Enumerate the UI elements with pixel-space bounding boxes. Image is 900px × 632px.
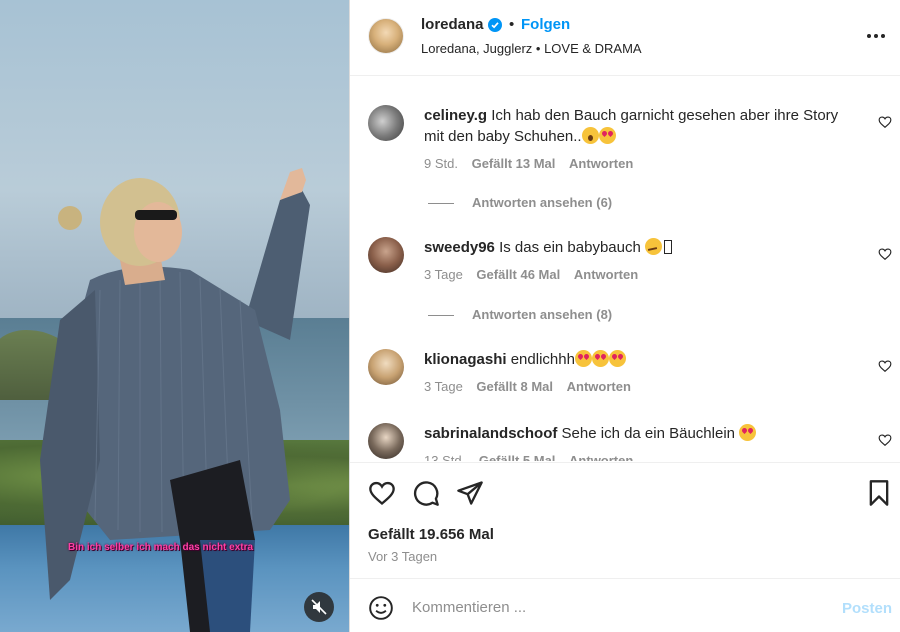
- comment-reply-button[interactable]: Antworten: [569, 156, 633, 171]
- post-actions: Gefällt 19.656 Mal Vor 3 Tagen: [350, 462, 900, 578]
- post-comment-button[interactable]: Posten: [842, 600, 892, 617]
- comment-likes[interactable]: Gefällt 5 Mal: [479, 453, 556, 461]
- comment-reply-button[interactable]: Antworten: [567, 379, 631, 394]
- missing-glyph-icon: [664, 240, 673, 254]
- comment-reply-button[interactable]: Antworten: [574, 267, 638, 282]
- post-time[interactable]: Vor 3 Tagen: [368, 549, 437, 564]
- heart-icon[interactable]: [368, 479, 396, 507]
- comment-username[interactable]: celiney.g: [424, 107, 487, 124]
- comment-text: Sehe ich da ein Bäuchlein: [561, 425, 735, 442]
- comment-avatar[interactable]: [368, 237, 404, 273]
- heart-eyes-face-icon: [598, 127, 616, 144]
- more-options-icon[interactable]: [865, 26, 887, 46]
- heart-outline-icon: [878, 360, 892, 373]
- comment-text: Ich hab den Bauch garnicht gesehen aber …: [424, 107, 839, 145]
- thinking-face-icon: [645, 238, 663, 255]
- post-header: loredana • Folgen Loredana, Jugglerz • L…: [350, 0, 900, 76]
- post-subtitle[interactable]: Loredana, Jugglerz • LOVE & DRAMA: [421, 41, 642, 56]
- header-separator: •: [509, 16, 515, 33]
- comment-body: sweedy96 Is das ein babybauch: [424, 237, 854, 258]
- heart-outline-icon: [878, 434, 892, 447]
- heart-outline-icon: [878, 116, 892, 129]
- comment-username[interactable]: klionagashi: [424, 351, 507, 368]
- comment-meta: 9 Std. Gefällt 13 Mal Antworten: [424, 156, 643, 171]
- comment-avatar[interactable]: [368, 349, 404, 385]
- comment-meta: 13 Std. Gefällt 5 Mal Antworten: [424, 453, 643, 461]
- comment-like-button[interactable]: [878, 247, 892, 261]
- heart-eyes-face-icon: [608, 350, 626, 367]
- comment-likes[interactable]: Gefällt 8 Mal: [476, 379, 553, 394]
- astonished-face-icon: [581, 127, 599, 144]
- comment-text: endlichhh: [510, 351, 575, 368]
- heart-outline-icon: [878, 248, 892, 261]
- mute-button[interactable]: [304, 592, 334, 622]
- post-panel: loredana • Folgen Loredana, Jugglerz • L…: [349, 0, 900, 632]
- comment-body: celiney.g Ich hab den Bauch garnicht ges…: [424, 105, 854, 147]
- view-replies-button[interactable]: Antworten ansehen (8): [428, 307, 612, 322]
- speaker-muted-icon: [311, 599, 327, 615]
- view-replies-label: Antworten ansehen (6): [472, 195, 613, 210]
- comment-avatar[interactable]: [368, 423, 404, 459]
- comment-composer: Posten: [350, 578, 900, 632]
- comment-input[interactable]: [412, 593, 812, 621]
- share-icon[interactable]: [456, 479, 484, 507]
- author-username[interactable]: loredana: [421, 16, 484, 33]
- replies-divider: [428, 203, 454, 205]
- comment-time[interactable]: 3 Tage: [424, 379, 463, 394]
- heart-eyes-face-icon: [739, 424, 757, 441]
- comment-likes[interactable]: Gefällt 13 Mal: [472, 156, 556, 171]
- video-player[interactable]: Bin ich selber ich mach das nicht extra: [0, 0, 349, 632]
- follow-button[interactable]: Folgen: [521, 16, 570, 33]
- comment-time[interactable]: 13 Std.: [424, 453, 465, 461]
- comment-time[interactable]: 3 Tage: [424, 267, 463, 282]
- heart-eyes-face-icon: [591, 350, 609, 367]
- comment-likes[interactable]: Gefällt 46 Mal: [476, 267, 560, 282]
- comment-username[interactable]: sweedy96: [424, 239, 495, 256]
- view-replies-label: Antworten ansehen (8): [472, 307, 613, 322]
- comment-username[interactable]: sabrinalandschoof: [424, 425, 557, 442]
- comment-like-button[interactable]: [878, 433, 892, 447]
- view-replies-button[interactable]: Antworten ansehen (6): [428, 195, 612, 210]
- replies-divider: [428, 315, 454, 317]
- verified-badge-icon: [488, 18, 502, 32]
- comment-body: sabrinalandschoof Sehe ich da ein Bäuchl…: [424, 423, 854, 444]
- video-caption: Bin ich selber ich mach das nicht extra: [68, 542, 254, 553]
- comment-like-button[interactable]: [878, 359, 892, 373]
- comment-time[interactable]: 9 Std.: [424, 156, 458, 171]
- comment-meta: 3 Tage Gefällt 8 Mal Antworten: [424, 379, 641, 394]
- comment-meta: 3 Tage Gefällt 46 Mal Antworten: [424, 267, 648, 282]
- comments-list[interactable]: celiney.g Ich hab den Bauch garnicht ges…: [350, 77, 900, 461]
- bookmark-icon[interactable]: [865, 479, 893, 507]
- comment-avatar[interactable]: [368, 105, 404, 141]
- comment-reply-button[interactable]: Antworten: [569, 453, 633, 461]
- heart-eyes-face-icon: [574, 350, 592, 367]
- comment-text: Is das ein babybauch: [499, 239, 641, 256]
- comment-like-button[interactable]: [878, 115, 892, 129]
- comment-icon[interactable]: [412, 479, 440, 507]
- likes-count[interactable]: Gefällt 19.656 Mal: [368, 526, 494, 543]
- author-avatar[interactable]: [368, 18, 404, 54]
- comment-body: klionagashi endlichhh: [424, 349, 854, 370]
- video-person: [40, 168, 310, 632]
- emoji-icon[interactable]: [368, 595, 394, 621]
